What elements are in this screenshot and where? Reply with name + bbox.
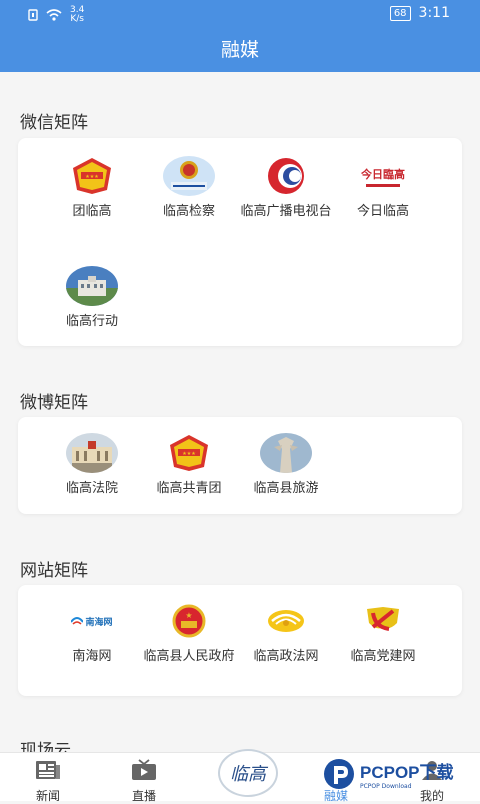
matrix-item-label: 临高党建网 (350, 649, 416, 664)
matrix-item-label: 临高共青团 (156, 481, 222, 496)
party-emblem-icon (357, 601, 409, 641)
youth-league-emblem-icon: ★★★ (163, 433, 215, 473)
section-title-weibo: 微博矩阵 (20, 393, 88, 413)
newspaper-icon (36, 761, 60, 779)
matrix-item-label: 临高广播电视台 (240, 204, 332, 219)
matrix-item-label: 临高法院 (65, 481, 118, 496)
matrix-item-label: 今日临高 (356, 204, 409, 219)
network-speed: 3.4 K/s (70, 6, 84, 24)
matrix-item-label: 临高行动 (65, 314, 118, 329)
tab-label: 直播 (131, 789, 156, 803)
watermark-subtext: PCPOP Download (360, 783, 412, 790)
svg-text:★★★: ★★★ (85, 174, 99, 180)
tab-label: 新闻 (35, 789, 60, 803)
pcpop-watermark: PCPOP下载 PCPOP Download (322, 752, 454, 796)
matrix-item-lingao-government[interactable]: ★ 临高县人民政府 (143, 601, 235, 665)
matrix-item-lingao-xingdong[interactable]: 临高行动 (46, 266, 138, 330)
speed-unit: K/s (70, 14, 84, 24)
status-bar: 3.4 K/s 68 3:11 (0, 0, 480, 28)
section-title-website: 网站矩阵 (20, 561, 88, 581)
broadcast-logo-icon (260, 156, 312, 196)
page-header: 融媒 (0, 28, 480, 72)
building-photo-icon (66, 266, 118, 306)
matrix-item-label: 临高政法网 (253, 649, 319, 664)
matrix-item-tuan-lingao[interactable]: ★★★ 团临高 (46, 156, 138, 220)
matrix-item-label: 团临高 (72, 204, 112, 219)
procuratorate-emblem-icon (163, 156, 215, 196)
nanhai-logo-text: 南海网 (85, 617, 113, 628)
matrix-item-label: 临高检察 (162, 204, 215, 219)
jinri-logo-underline (366, 183, 400, 187)
court-building-icon (66, 433, 118, 473)
matrix-item-label: 南海网 (72, 649, 112, 664)
svg-text:★★★: ★★★ (182, 451, 196, 457)
matrix-item-jinri-lingao[interactable]: 今日臨高 今日临高 (337, 156, 429, 220)
page-title: 融媒 (220, 39, 259, 61)
youth-league-emblem-icon: ★★★ (66, 156, 118, 196)
tab-live[interactable]: 直播 (96, 753, 192, 803)
matrix-item-nanhai[interactable]: 南海网 南海网 (46, 601, 138, 665)
watermark-text: PCPOP下载 (360, 763, 454, 782)
matrix-item-lingao-broadcast[interactable]: 临高广播电视台 (240, 156, 332, 220)
pcpop-logo-icon (324, 759, 354, 789)
today-lingao-logo-icon: 今日臨高 (357, 156, 409, 196)
weibo-matrix-card: 临高法院 ★★★ 临高共青团 临高县旅游 (18, 417, 462, 514)
matrix-item-lingao-dangjian[interactable]: 临高党建网 (337, 601, 429, 665)
center-lingao-button[interactable]: 临高 (218, 749, 278, 797)
politics-law-logo-icon (260, 601, 312, 641)
nanhai-logo-icon: 南海网 (66, 601, 118, 641)
national-emblem-icon: ★ (163, 601, 215, 641)
matrix-list[interactable]: 微信矩阵 ★★★ 团临高 临高检察 临高广播电视台 今日臨高 今日临高 临高行动… (0, 72, 480, 752)
wifi-icon (46, 9, 62, 21)
section-title-wechat: 微信矩阵 (20, 113, 88, 133)
matrix-item-lingao-court[interactable]: 临高法院 (46, 433, 138, 497)
matrix-item-lingao-jiancha[interactable]: 临高检察 (143, 156, 235, 220)
clock: 3:11 (418, 5, 450, 21)
matrix-item-lingao-youth[interactable]: ★★★ 临高共青团 (143, 433, 235, 497)
statue-photo-icon (260, 433, 312, 473)
matrix-item-lingao-zhengfa[interactable]: 临高政法网 (240, 601, 332, 665)
jinri-logo-text: 今日臨高 (361, 167, 405, 181)
wechat-matrix-card: ★★★ 团临高 临高检察 临高广播电视台 今日臨高 今日临高 临高行动 (18, 138, 462, 346)
battery-indicator: 68 (389, 5, 411, 21)
section-title-xianchangyun: 现场云 (20, 741, 71, 752)
website-matrix-card: 南海网 南海网 ★ 临高县人民政府 临高政法网 临高党建网 (18, 585, 462, 696)
sim-icon (28, 9, 38, 21)
matrix-item-label: 临高县旅游 (253, 481, 319, 496)
svg-text:★: ★ (185, 611, 192, 620)
matrix-item-lingao-tourism[interactable]: 临高县旅游 (240, 433, 332, 497)
matrix-item-label: 临高县人民政府 (143, 649, 235, 664)
tab-news[interactable]: 新闻 (0, 753, 96, 803)
tv-play-icon (132, 759, 156, 780)
